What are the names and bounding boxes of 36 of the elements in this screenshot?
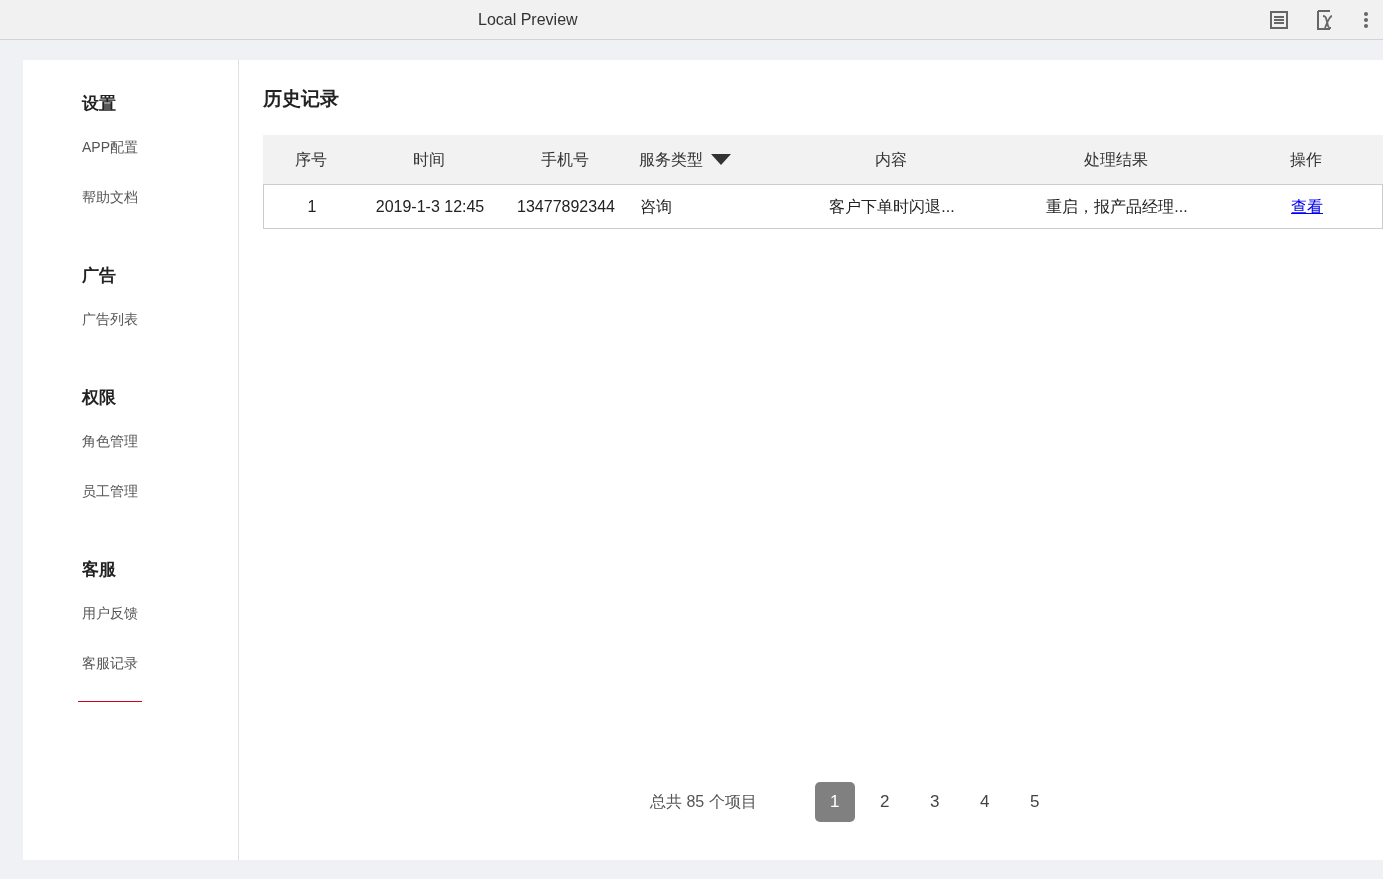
page-button[interactable]: 1 [814,782,855,822]
section-heading: 客服 [82,559,117,581]
sidebar-item[interactable]: 客服记录 [78,652,142,702]
table-cell: 重启，报产品经理... [1046,197,1188,215]
section-heading: 广告 [82,265,117,287]
sidebar-item[interactable]: 广告列表 [82,308,138,358]
column-header: 序号 [295,149,327,170]
sidebar-item[interactable]: 角色管理 [82,430,138,480]
table-cell: 1 [307,197,317,215]
page-button[interactable]: 4 [964,782,1005,822]
table-cell: 客户下单时闪退... [829,197,955,215]
page-button[interactable]: 3 [914,782,955,822]
table-cell: 2019-1-3 12:45 [375,197,485,215]
column-header: 时间 [413,149,445,170]
page-button[interactable]: 2 [864,782,905,822]
table-cell: 13477892344 [517,197,615,215]
column-header: 内容 [875,149,907,170]
total-count: 总共 85 个项目 [650,792,757,812]
view-link[interactable]: 查看 [1291,197,1323,215]
section-heading: 设置 [82,93,117,115]
column-header: 操作 [1290,149,1322,170]
page-button[interactable]: 5 [1014,782,1055,822]
page-title: 历史记录 [263,87,340,111]
document-icon[interactable] [1269,9,1289,30]
sidebar-item[interactable]: APP配置 [82,136,138,186]
column-header: 处理结果 [1084,149,1148,170]
table-cell: 咨询 [640,197,672,215]
window-title: Local Preview [478,9,578,30]
sidebar-item[interactable]: 帮助文档 [82,186,138,236]
section-heading: 权限 [82,387,117,409]
sortable-column-header[interactable]: 服务类型 [639,147,731,172]
sidebar-item[interactable]: 用户反馈 [82,602,138,652]
column-header: 手机号 [541,149,589,170]
sidebar-item[interactable]: 员工管理 [82,480,138,530]
more-icon[interactable] [1363,11,1369,28]
sort-caret-icon[interactable] [711,154,731,165]
